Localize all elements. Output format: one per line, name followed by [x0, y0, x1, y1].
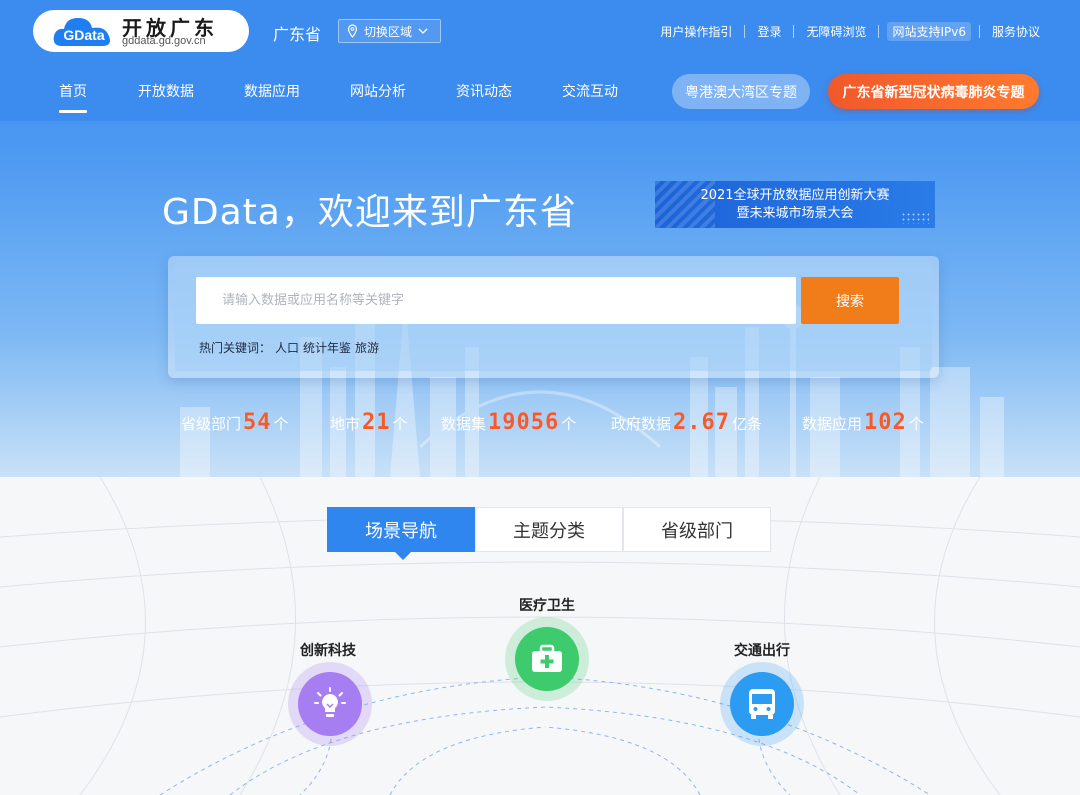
logo-badge-text: GData: [63, 27, 105, 43]
scene-label-technology: 创新科技: [300, 643, 356, 659]
scene-node-medical[interactable]: [505, 617, 589, 701]
scene-label-transport: 交通出行: [734, 643, 790, 659]
nav-item-open-data[interactable]: 开放数据: [138, 81, 194, 101]
stat-unit: 个: [561, 415, 577, 433]
divider: [878, 25, 880, 38]
stat-label: 省级部门: [181, 415, 242, 433]
stat-government-data[interactable]: 政府数据 2.67 亿条: [611, 410, 762, 435]
hot-keyword[interactable]: 旅游: [355, 339, 379, 356]
welcome-title: GData，欢迎来到广东省: [162, 192, 577, 233]
stat-label: 地市: [330, 415, 361, 433]
bus-icon: [749, 689, 775, 719]
banner-line-1: 2021全球开放数据应用创新大赛: [700, 188, 890, 203]
search-button[interactable]: 搜索: [801, 277, 899, 324]
category-tabs: 场景导航 主题分类 省级部门: [327, 507, 771, 552]
main-nav: 首页 开放数据 数据应用 网站分析 资讯动态 交流互动: [59, 81, 618, 113]
lightbulb-icon: [314, 687, 346, 717]
region-switch-button[interactable]: 切换区域: [338, 19, 441, 43]
stat-label: 数据应用: [802, 415, 863, 433]
tab-scene-navigation[interactable]: 场景导航: [327, 507, 475, 552]
ipv6-badge[interactable]: 网站支持IPv6: [887, 22, 971, 41]
stat-value: 2.67: [673, 410, 730, 435]
search-input[interactable]: [196, 277, 796, 324]
scene-node-technology[interactable]: [288, 662, 372, 746]
nav-item-news[interactable]: 资讯动态: [456, 81, 512, 101]
banner-line-2: 暨未来城市场景大会: [736, 206, 854, 221]
user-guide-link[interactable]: 用户操作指引: [648, 23, 744, 40]
hot-keyword[interactable]: 人口: [275, 339, 299, 356]
stat-label: 政府数据: [611, 415, 672, 433]
stat-cities[interactable]: 地市 21 个: [330, 410, 408, 435]
current-province: 广东省: [273, 25, 322, 44]
scene-node-technology-core: [298, 672, 362, 736]
region-switch-label: 切换区域: [364, 24, 413, 39]
nav-item-home[interactable]: 首页: [59, 81, 87, 113]
accessibility-link[interactable]: 无障碍浏览: [794, 23, 878, 40]
chevron-down-icon: [418, 28, 428, 34]
hot-keywords-label: 热门关键词：: [199, 341, 272, 355]
stat-unit: 个: [273, 415, 289, 433]
stat-label: 数据集: [441, 415, 487, 433]
nav-item-site-analysis[interactable]: 网站分析: [350, 81, 406, 101]
logo-domain: gddata.gd.gov.cn: [122, 35, 206, 47]
hot-keyword[interactable]: 统计年鉴: [303, 339, 351, 356]
stats-bar: 省级部门 54 个 地市 21 个 数据集 19056 个 政府数据 2.67 …: [0, 410, 1080, 440]
scene-node-transport-core: [730, 672, 794, 736]
stat-datasets[interactable]: 数据集 19056 个: [441, 410, 576, 435]
stat-unit: 个: [908, 415, 924, 433]
scene-node-medical-core: [515, 627, 579, 691]
tab-provincial-departments[interactable]: 省级部门: [623, 507, 771, 552]
tab-topic-category[interactable]: 主题分类: [475, 507, 623, 552]
medical-kit-icon: [532, 644, 562, 672]
stat-data-apps[interactable]: 数据应用 102 个: [802, 410, 924, 435]
nav-item-interaction[interactable]: 交流互动: [562, 81, 618, 101]
stat-unit: 亿条: [732, 415, 763, 433]
hero-section: [0, 0, 1080, 477]
top-links: 用户操作指引 登录 无障碍浏览 网站支持IPv6 服务协议: [648, 22, 1052, 41]
stat-provincial-departments[interactable]: 省级部门 54 个: [181, 410, 289, 435]
stat-unit: 个: [392, 415, 408, 433]
gba-special-button[interactable]: 粤港澳大湾区专题: [672, 74, 810, 109]
stat-value: 19056: [488, 410, 560, 435]
scene-node-transport[interactable]: [720, 662, 804, 746]
hot-keywords: 热门关键词： 人口 统计年鉴 旅游: [199, 339, 379, 356]
login-link[interactable]: 登录: [745, 23, 793, 40]
stat-value: 21: [362, 410, 391, 435]
location-pin-icon: [347, 24, 358, 38]
service-agreement-link[interactable]: 服务协议: [980, 23, 1052, 40]
nav-item-data-apps[interactable]: 数据应用: [244, 81, 300, 101]
contest-banner[interactable]: 2021全球开放数据应用创新大赛 暨未来城市场景大会: [655, 181, 935, 228]
scene-label-medical: 医疗卫生: [519, 598, 575, 614]
stat-value: 54: [243, 410, 272, 435]
covid-special-button[interactable]: 广东省新型冠状病毒肺炎专题: [828, 74, 1039, 109]
stat-value: 102: [864, 410, 907, 435]
